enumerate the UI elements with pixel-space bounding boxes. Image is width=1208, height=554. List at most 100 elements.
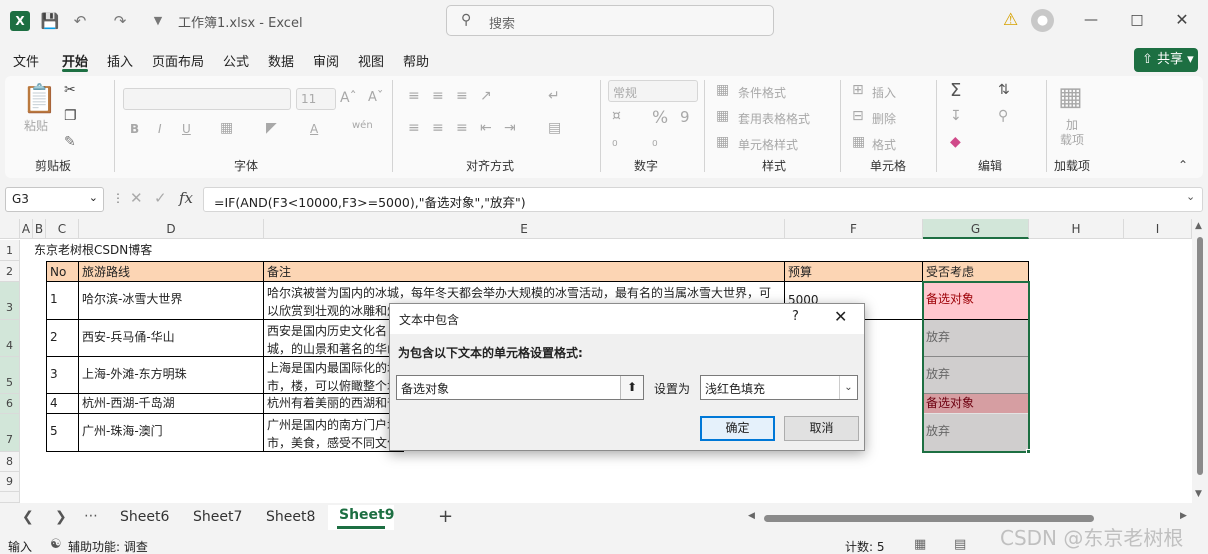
dialog-close-icon[interactable]: ✕ [834,307,847,326]
row-header-9[interactable]: 9 [0,472,20,492]
increase-decimal-icon[interactable]: ₀ [612,134,618,150]
number-format-select[interactable]: 常规 [608,80,698,102]
decrease-indent-icon[interactable]: ⇤ [480,120,492,136]
table-cell-consider[interactable]: 放弃 [923,357,1029,394]
table-cell-consider[interactable]: 备选对象 [923,394,1029,414]
table-cell-route[interactable]: 西安-兵马俑-华山 [79,320,264,357]
column-header-i[interactable]: I [1124,219,1192,239]
decrease-decimal-icon[interactable]: ₀ [652,134,658,150]
fill-icon[interactable]: ↧ [950,108,962,124]
fill-color-icon[interactable]: ◤ [266,120,277,136]
column-header-c[interactable]: C [46,219,79,239]
header-route[interactable]: 旅游路线 [79,261,264,282]
menu-formulas[interactable]: 公式 [223,51,249,70]
column-header-b[interactable]: B [33,219,46,239]
menu-help[interactable]: 帮助 [403,51,429,70]
scroll-right-icon[interactable]: ▶ [1180,511,1187,521]
help-button[interactable]: ? [792,309,799,324]
table-cell-consider[interactable]: 放弃 [923,414,1029,452]
cancel-button[interactable]: 取消 [784,416,859,441]
contains-text-input[interactable]: 备选对象 [396,375,644,400]
scroll-up-icon[interactable]: ▲ [1195,221,1202,231]
phonetic-icon[interactable]: wén [352,120,373,131]
range-picker-icon[interactable]: ⬆ [620,376,643,399]
collapse-ribbon-icon[interactable]: ⌃ [1178,158,1188,172]
column-header-d[interactable]: D [79,219,264,239]
confirm-entry-icon[interactable]: ✓ [154,189,167,207]
sort-filter-icon[interactable]: ⇅ [998,82,1010,98]
delete-cells-button[interactable]: 删除 [872,110,896,127]
header-note[interactable]: 备注 [264,261,785,282]
italic-icon[interactable]: I [158,122,162,136]
borders-icon[interactable]: ▦ [220,120,233,136]
table-cell-consider[interactable]: 备选对象 [923,282,1029,320]
accounting-format-icon[interactable]: ¤ [612,108,621,124]
menu-file[interactable]: 文件 [13,51,39,70]
insert-function-icon[interactable]: fx [179,189,193,207]
find-select-icon[interactable]: ⚲ [998,108,1008,124]
sheet-tab-sheet6[interactable]: Sheet6 [120,509,169,525]
select-all-corner[interactable] [0,219,20,239]
column-header-f[interactable]: F [785,219,923,239]
search-input[interactable]: ⚲ 搜索 [446,5,774,36]
cancel-entry-icon[interactable]: ✕ [130,189,143,207]
autosum-icon[interactable]: Σ [950,80,961,101]
table-cell-no[interactable]: 1 [46,282,79,320]
row-header-2[interactable]: 2 [0,261,20,282]
menu-data[interactable]: 数据 [268,51,294,70]
table-cell-note[interactable]: 西安是国内历史文化名城，的山景和著名的华山夜游 [264,320,404,357]
align-top-icon[interactable]: ≡ [408,88,420,104]
menu-page-layout[interactable]: 页面布局 [152,51,204,70]
column-header-h[interactable]: H [1029,219,1124,239]
column-header-g[interactable]: G [923,219,1029,239]
sheet-tab-sheet8[interactable]: Sheet8 [266,509,315,525]
table-cell-note[interactable]: 杭州有着美丽的西湖和千岛湖 [264,394,404,414]
menu-home[interactable]: 开始 [62,51,88,70]
addins-icon[interactable]: ▦ [1058,82,1083,112]
table-cell-route[interactable]: 哈尔滨-冰雪大世界 [79,282,264,320]
insert-cells-icon[interactable]: ⊞ [852,82,864,98]
ok-button[interactable]: 确定 [700,416,775,441]
font-size-select[interactable]: 11 [296,88,336,110]
align-bottom-icon[interactable]: ≡ [456,88,468,104]
table-format-button[interactable]: 套用表格格式 [738,110,810,127]
horizontal-scroll-thumb[interactable] [764,515,1094,522]
close-window-button[interactable]: ✕ [1170,8,1194,32]
expand-formula-icon[interactable]: ⌄ [1186,190,1195,203]
delete-cells-icon[interactable]: ⊟ [852,108,864,124]
tab-scroll-right-icon[interactable]: ❯ [55,509,67,525]
title-cell[interactable]: 东京老树根CSDN博客 [20,240,320,261]
cut-icon[interactable]: ✂ [64,82,76,98]
undo-icon[interactable]: ↶ [70,11,90,31]
font-name-select[interactable] [123,88,291,110]
table-cell-no[interactable]: 2 [46,320,79,357]
row-header-8[interactable]: 8 [0,452,20,472]
align-middle-icon[interactable]: ≡ [432,88,444,104]
wrap-text-icon[interactable]: ↵ [548,88,560,104]
sheet-tab-sheet7[interactable]: Sheet7 [193,509,242,525]
conditional-format-icon[interactable]: ▦ [716,82,729,98]
menu-review[interactable]: 审阅 [313,51,339,70]
cell-style-icon[interactable]: ▦ [716,134,729,150]
increase-font-icon[interactable]: Aˆ [340,90,357,106]
header-consider[interactable]: 受否考虑 [923,261,1029,282]
tab-scroll-left-icon[interactable]: ❮ [22,509,34,525]
header-budget[interactable]: 预算 [785,261,923,282]
comma-style-icon[interactable]: 9 [680,108,690,126]
normal-view-icon[interactable]: ▦ [914,537,926,552]
decrease-font-icon[interactable]: Aˇ [368,90,383,105]
row-header-3[interactable]: 3 [0,282,20,320]
avatar[interactable]: ● [1031,9,1054,32]
fill-handle[interactable] [1026,449,1031,454]
warning-icon[interactable]: ⚠ [1003,10,1018,30]
more-tabs-icon[interactable]: ⋯ [84,508,98,524]
format-painter-icon[interactable]: ✎ [64,134,76,150]
format-cells-button[interactable]: 格式 [872,136,896,153]
align-left-icon[interactable]: ≡ [408,120,420,136]
sheet-tab-sheet9[interactable]: Sheet9 [339,507,394,523]
row-header-5[interactable]: 5 [0,357,20,394]
underline-icon[interactable]: U [182,122,191,136]
column-header-a[interactable]: A [20,219,33,239]
column-header-e[interactable]: E [264,219,785,239]
format-select[interactable]: 浅红色填充 ⌄ [700,375,858,400]
